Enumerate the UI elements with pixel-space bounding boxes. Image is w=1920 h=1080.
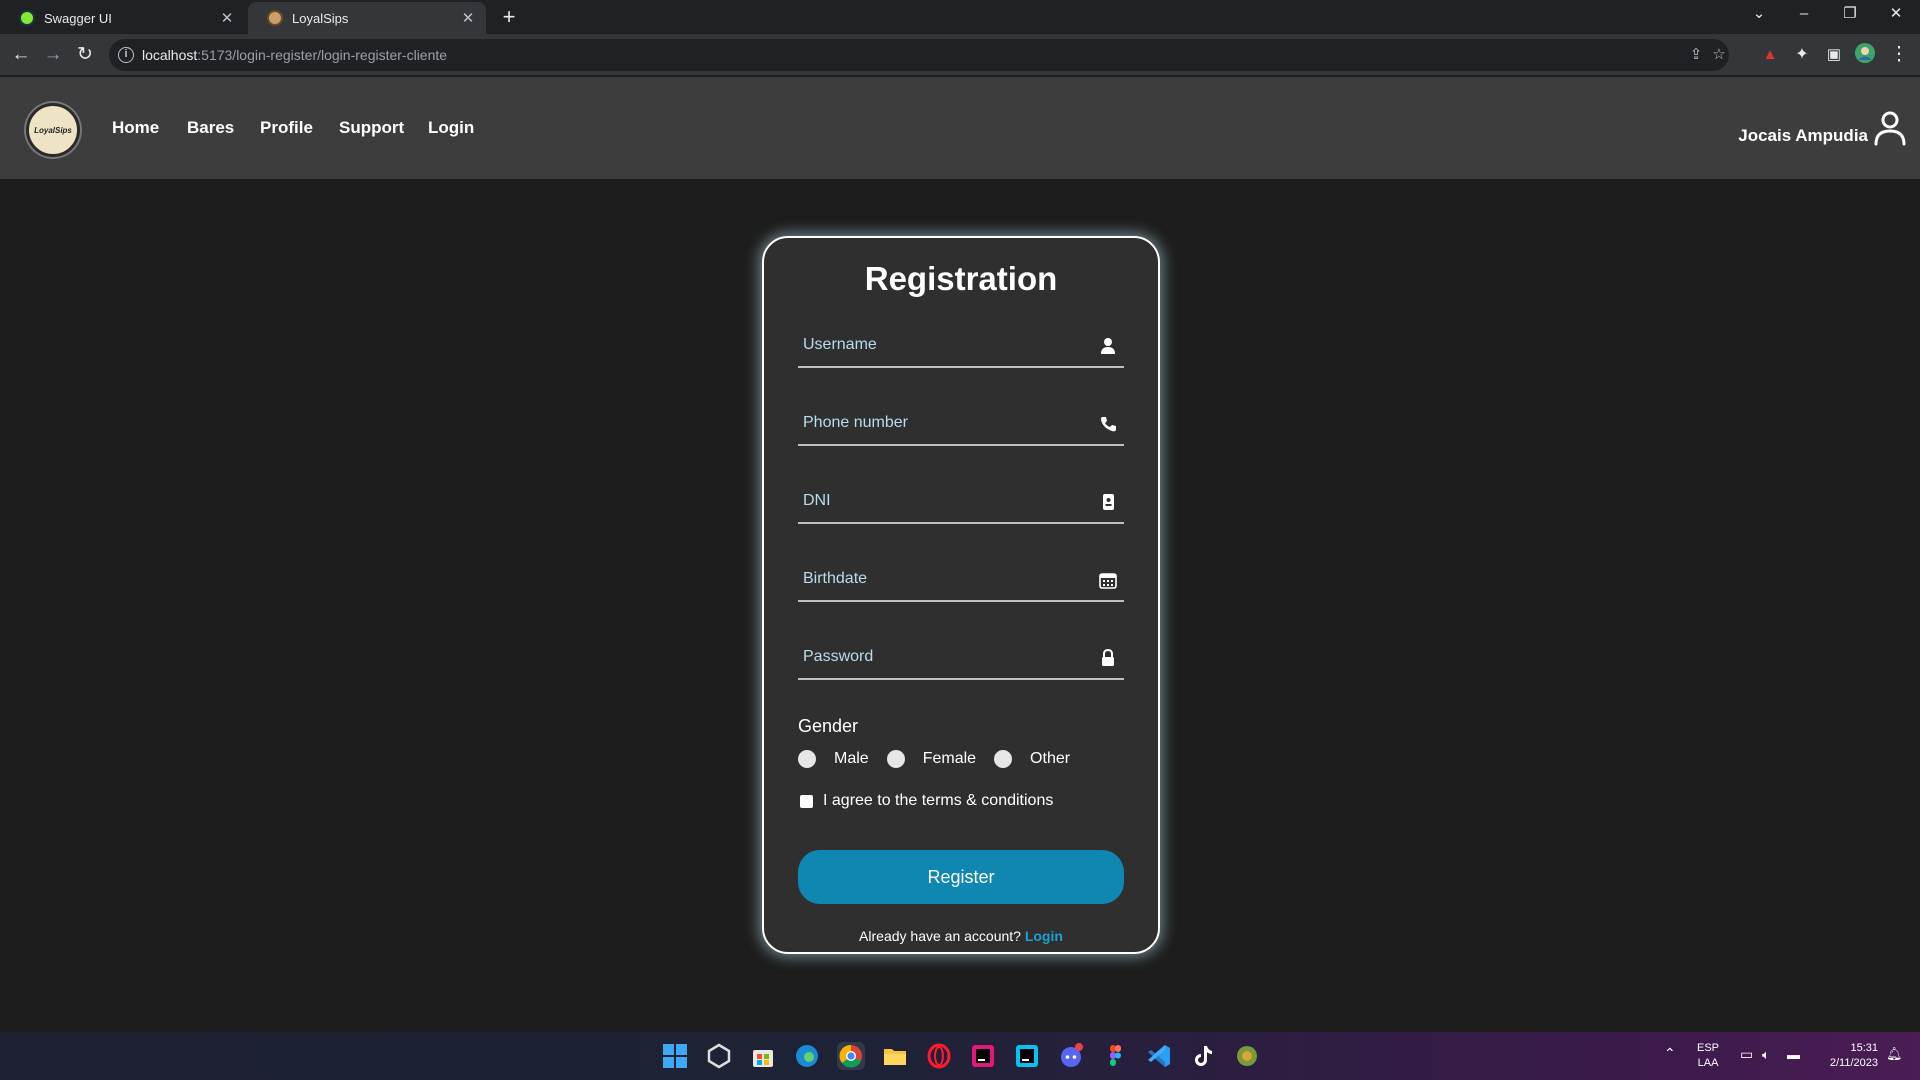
windows-taskbar: ⌃ ESP LAA ▭ 🔈︎ ▬ 15:31 2/11/2023 🔔︎ [0,1032,1920,1080]
id-card-icon [1103,494,1114,510]
registration-card: Registration Gender Male Female Other I … [762,236,1160,954]
discord-app-icon[interactable] [1057,1042,1085,1070]
lock-icon [1102,649,1114,666]
side-panel-icon[interactable]: ▣ [1821,42,1847,68]
register-button[interactable]: Register [798,850,1124,904]
close-window-button[interactable]: ✕ [1873,0,1919,30]
username-field[interactable] [798,324,1124,368]
pdf-extension-icon[interactable]: ▲ [1757,42,1783,68]
browser-tab-loyalsips[interactable]: LoyalSips ✕ [248,2,486,34]
gender-other-label[interactable]: Other [1030,750,1070,768]
gender-male-radio[interactable] [798,750,816,768]
nav-link-home[interactable]: Home [112,118,159,138]
site-info-icon[interactable]: i [118,47,134,63]
browser-menu-icon[interactable]: ⋮ [1886,42,1912,68]
tab-title: LoyalSips [292,10,349,26]
show-hidden-icons[interactable]: ⌃ [1664,1046,1676,1061]
nav-link-bares[interactable]: Bares [187,118,234,138]
battery-icon[interactable]: ▬ [1787,1047,1800,1062]
gender-male-label[interactable]: Male [834,750,869,768]
nav-link-login[interactable]: Login [428,118,474,138]
calendar-icon [1099,573,1117,589]
form-title: Registration [864,260,1058,297]
tab-close-icon[interactable]: ✕ [219,9,235,27]
nav-link-profile[interactable]: Profile [260,118,313,138]
dni-field[interactable] [798,480,1124,524]
logo-text: LoyalSips [34,125,72,135]
rider-app-icon[interactable] [969,1042,997,1070]
figma-app-icon[interactable] [1101,1042,1129,1070]
reload-icon[interactable]: ↻ [72,42,98,68]
terms-row: I agree to the terms & conditions [800,792,1053,810]
gender-female-label[interactable]: Female [923,750,976,768]
browser-toolbar: ← → ↻ i localhost:5173/login-register/lo… [0,34,1920,76]
birthdate-input[interactable] [798,558,1124,600]
url-text[interactable]: localhost:5173/login-register/login-regi… [142,47,447,63]
volume-icon[interactable]: 🔈︎ [1762,1047,1770,1062]
login-link[interactable]: Login [1025,928,1063,944]
clock[interactable]: 15:31 2/11/2023 [1818,1041,1878,1071]
username-input[interactable] [798,324,1124,366]
user-name[interactable]: Jocais Ampudia [1738,126,1868,146]
unity-app-icon[interactable] [705,1042,733,1070]
new-tab-button[interactable]: + [496,4,522,30]
back-icon[interactable]: ← [8,42,34,68]
profile-avatar[interactable] [1852,42,1878,68]
phone-input[interactable] [798,402,1124,444]
opera-browser-icon[interactable] [925,1042,953,1070]
input-language-indicator[interactable]: ESP LAA [1697,1041,1719,1071]
app-icon[interactable] [1233,1042,1261,1070]
bookmark-star-icon[interactable]: ☆ [1710,46,1728,64]
login-prompt-row: Already have an account? Login [764,928,1158,944]
share-icon[interactable]: ⇪ [1687,46,1705,64]
tiktok-app-icon[interactable] [1189,1042,1217,1070]
phone-field[interactable] [798,402,1124,446]
birthdate-field[interactable] [798,558,1124,602]
nav-link-support[interactable]: Support [339,118,404,138]
tab-search-icon[interactable]: ⌄ [1736,0,1782,30]
site-navbar: LoyalSips Home Bares Profile Support Log… [0,77,1920,179]
vscode-app-icon[interactable] [1145,1042,1173,1070]
terms-checkbox[interactable] [800,794,813,808]
loyalsips-favicon-icon [267,10,283,26]
loyalsips-logo[interactable]: LoyalSips [26,103,80,157]
edge-browser-icon[interactable] [793,1042,821,1070]
password-input[interactable] [798,636,1124,678]
restore-button[interactable]: ❐ [1827,0,1873,30]
tab-close-icon[interactable]: ✕ [460,9,476,27]
gender-label: Gender [798,716,859,736]
gender-female-radio[interactable] [886,750,905,768]
gender-other-radio[interactable] [994,750,1013,768]
notification-bell-icon[interactable]: 🔔︎ [1886,1046,1903,1061]
chrome-browser-icon[interactable] [837,1042,865,1070]
extensions-puzzle-icon[interactable]: ✦ [1789,42,1815,68]
swagger-favicon-icon [19,10,35,26]
phone-icon [1101,417,1116,432]
user-account-icon[interactable] [1873,110,1907,146]
login-prompt-text: Already have an account? [859,928,1021,944]
windows-start-icon[interactable] [661,1042,689,1070]
network-icon[interactable]: ▭ [1740,1047,1753,1062]
gender-options: Male Female Other [798,750,1088,768]
tab-title: Swagger UI [44,10,112,26]
microsoft-store-icon[interactable] [749,1042,777,1070]
browser-tab-bar: Swagger UI ✕ LoyalSips ✕ + ⌄ – ❐ ✕ [0,0,1920,34]
webstorm-app-icon[interactable] [1013,1042,1041,1070]
address-bar[interactable]: i localhost:5173/login-register/login-re… [109,39,1729,71]
minimize-button[interactable]: – [1781,0,1827,30]
file-explorer-icon[interactable] [881,1042,909,1070]
terms-label[interactable]: I agree to the terms & conditions [823,792,1053,810]
browser-tab-swagger[interactable]: Swagger UI ✕ [0,2,245,34]
password-field[interactable] [798,636,1124,680]
dni-input[interactable] [798,480,1124,522]
user-icon [1101,338,1115,354]
forward-icon[interactable]: → [40,42,66,68]
